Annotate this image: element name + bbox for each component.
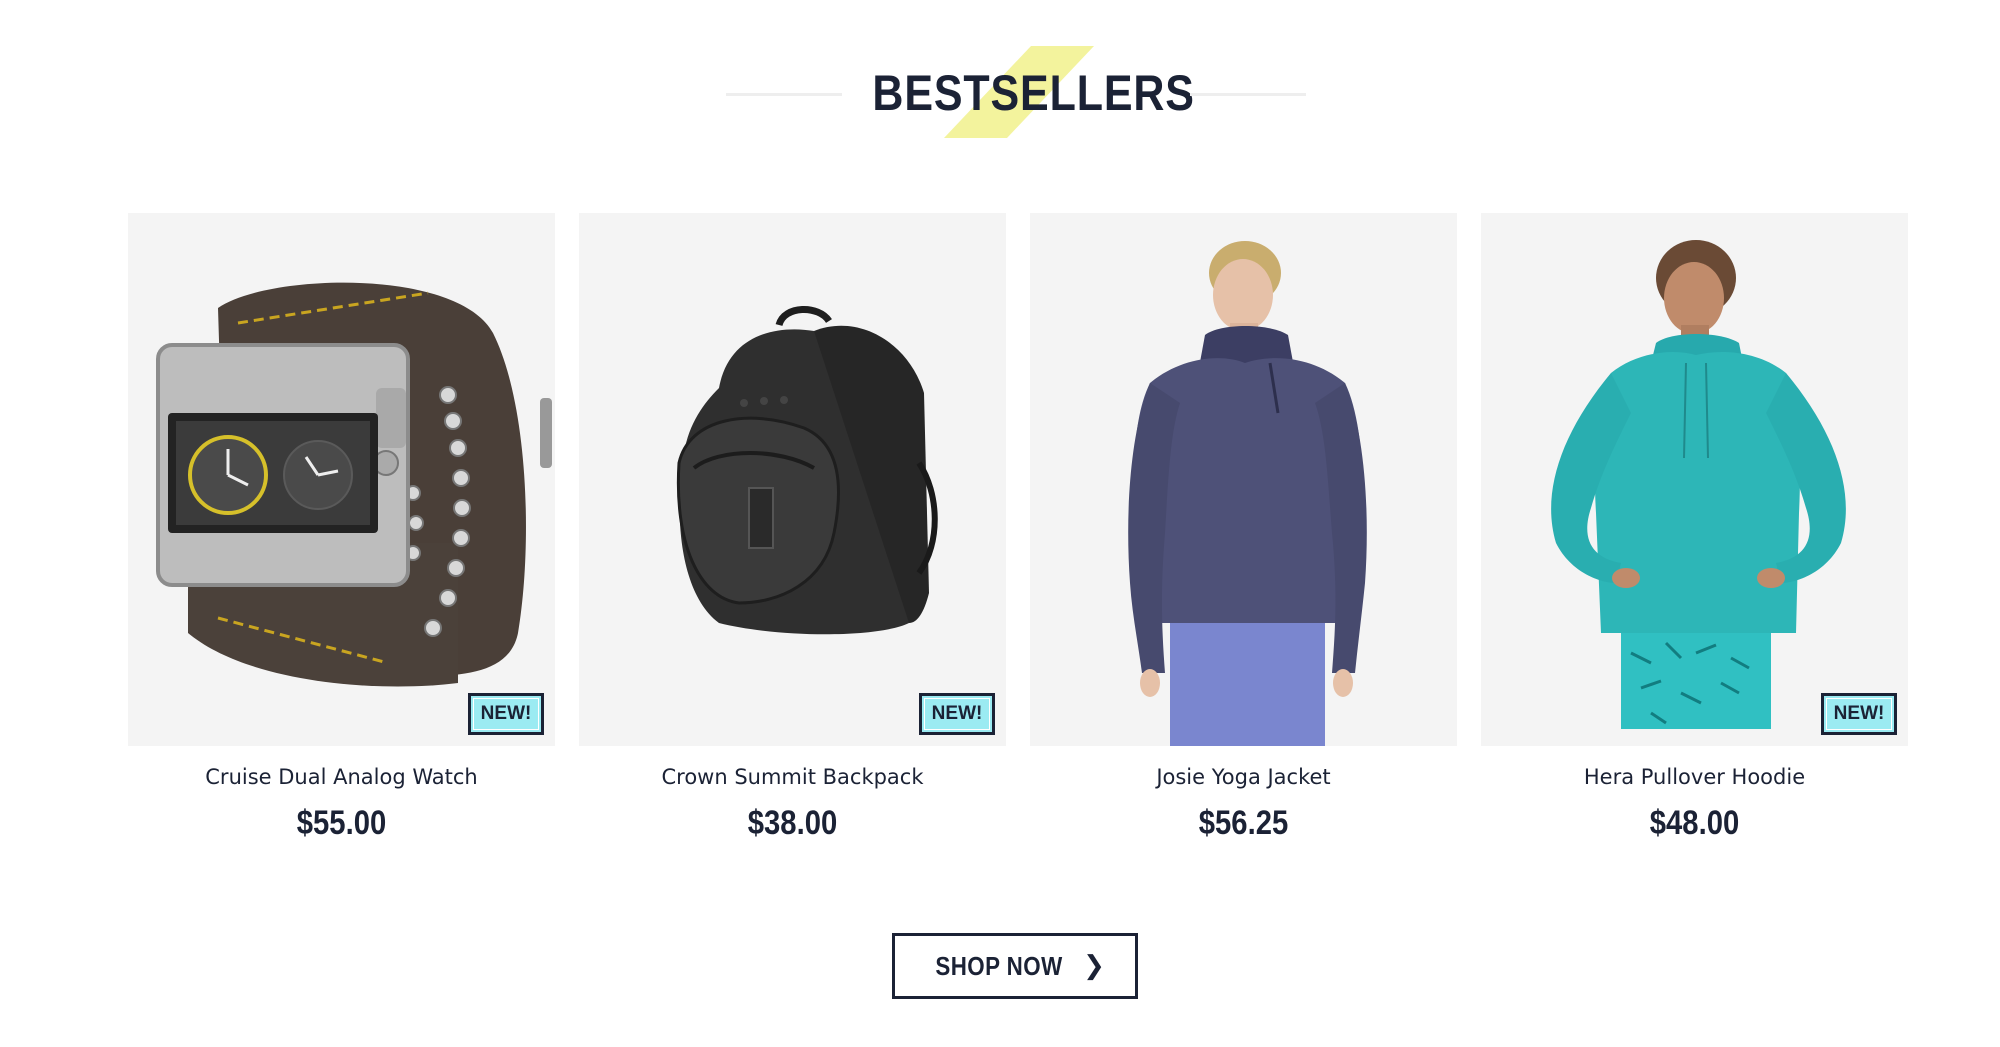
shop-now-label: SHOP NOW: [935, 950, 1063, 981]
product-image[interactable]: [1030, 213, 1457, 746]
backpack-image: [676, 306, 938, 635]
product-image[interactable]: NEW!: [579, 213, 1006, 746]
heading-divider-left: [726, 93, 842, 96]
jacket-image: [1128, 241, 1367, 746]
product-image[interactable]: NEW!: [1481, 213, 1908, 746]
product-price: $38.00: [747, 804, 838, 842]
watch-image: [156, 282, 552, 687]
section-heading: BESTSELLERS: [0, 0, 2000, 160]
product-card[interactable]: NEW! Crown Summit Backpack $38.00: [579, 213, 1006, 843]
chevron-right-icon: ❯: [1083, 951, 1105, 981]
product-card[interactable]: Josie Yoga Jacket $56.25: [1030, 213, 1457, 843]
product-name[interactable]: Hera Pullover Hoodie: [1481, 762, 1908, 792]
section-title: BESTSELLERS: [872, 65, 1195, 121]
heading-divider-right: [1190, 93, 1306, 96]
product-card[interactable]: NEW! Hera Pullover Hoodie $48.00: [1481, 213, 1908, 843]
shop-now-button[interactable]: SHOP NOW ❯: [892, 933, 1138, 999]
product-name[interactable]: Crown Summit Backpack: [579, 762, 1006, 792]
product-price: $48.00: [1649, 804, 1740, 842]
hoodie-image: [1551, 240, 1846, 729]
product-price: $56.25: [1198, 804, 1289, 842]
product-name[interactable]: Cruise Dual Analog Watch: [128, 762, 555, 792]
new-badge: NEW!: [1821, 693, 1897, 735]
product-name[interactable]: Josie Yoga Jacket: [1030, 762, 1457, 792]
new-badge: NEW!: [468, 693, 544, 735]
new-badge: NEW!: [919, 693, 995, 735]
product-image[interactable]: NEW!: [128, 213, 555, 746]
product-card[interactable]: NEW! Cruise Dual Analog Watch $55.00: [128, 213, 555, 843]
product-price: $55.00: [296, 804, 387, 842]
